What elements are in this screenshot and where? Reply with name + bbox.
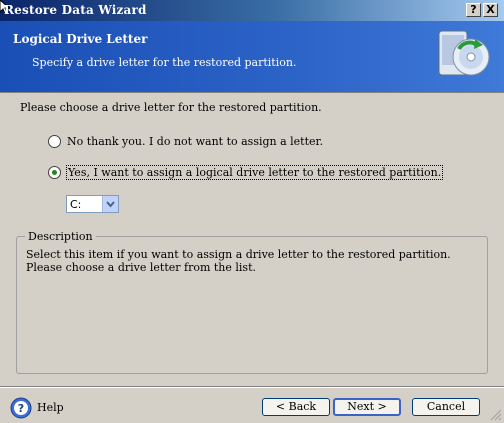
drive-letter-prompt: Please choose a drive letter for the res…	[20, 101, 322, 114]
help-link[interactable]: Help	[37, 401, 64, 414]
title-close-button[interactable]: X	[483, 3, 498, 17]
drive-letter-value: C:	[70, 198, 82, 211]
option-no-letter[interactable]: No thank you. I do not want to assign a …	[48, 135, 323, 148]
window-title: Restore Data Wizard	[4, 3, 147, 17]
disc-restore-icon	[438, 30, 490, 76]
dropdown-arrow[interactable]	[102, 196, 118, 212]
option-assign-letter-label: Yes, I want to assign a logical drive le…	[65, 165, 444, 180]
back-button[interactable]: < Back	[262, 398, 330, 416]
header-banner: Logical Drive Letter Specify a drive let…	[0, 21, 504, 93]
title-bar: Restore Data Wizard ? X	[0, 0, 504, 21]
chevron-down-icon	[106, 201, 115, 208]
drive-letter-select[interactable]: C:	[66, 195, 119, 213]
description-title: Description	[25, 230, 96, 243]
option-assign-letter[interactable]: Yes, I want to assign a logical drive le…	[48, 165, 444, 180]
footer-divider	[0, 386, 504, 388]
page-subtitle: Specify a drive letter for the restored …	[32, 56, 297, 69]
next-button[interactable]: Next >	[333, 398, 401, 416]
radio-assign-letter[interactable]	[48, 166, 61, 179]
radio-no-letter[interactable]	[48, 135, 61, 148]
cancel-button[interactable]: Cancel	[412, 398, 480, 416]
title-help-button[interactable]: ?	[466, 3, 481, 17]
svg-text:?: ?	[18, 402, 24, 415]
page-title: Logical Drive Letter	[13, 32, 148, 46]
option-no-letter-label: No thank you. I do not want to assign a …	[67, 135, 324, 148]
resize-grip-icon[interactable]	[490, 409, 502, 421]
description-text: Select this item if you want to assign a…	[26, 248, 451, 274]
question-circle-icon[interactable]: ?	[10, 397, 32, 419]
